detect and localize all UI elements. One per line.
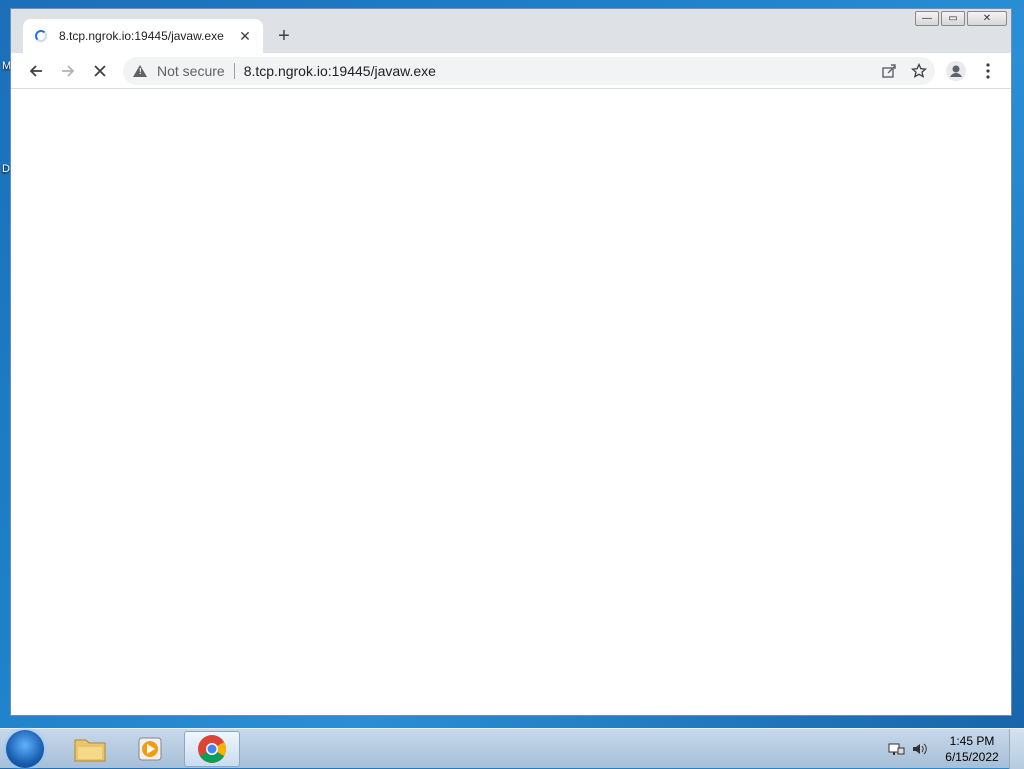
more-vert-icon: [986, 63, 990, 79]
loading-spinner-icon: [35, 30, 47, 42]
taskbar: 1:45 PM 6/15/2022: [0, 728, 1024, 769]
clock[interactable]: 1:45 PM 6/15/2022: [935, 733, 1009, 765]
desktop-label-d: D: [2, 163, 10, 175]
url-text[interactable]: 8.tcp.ngrok.io:19445/javaw.exe: [244, 63, 436, 79]
browser-window: — ▭ ✕ 8.tcp.ngrok.io:19445/javaw.exe ✕ +…: [10, 8, 1012, 716]
warning-icon: !: [133, 65, 147, 77]
arrow-right-icon: [62, 65, 75, 77]
folder-icon: [74, 739, 106, 762]
arrow-left-icon: [29, 65, 42, 77]
tab-close-icon[interactable]: ✕: [237, 28, 253, 45]
menu-button[interactable]: [977, 60, 999, 82]
chrome-icon: [198, 735, 226, 763]
avatar-icon: [946, 61, 966, 81]
taskbar-explorer[interactable]: [62, 731, 118, 767]
system-tray: 1:45 PM 6/15/2022: [887, 729, 1024, 769]
tab-active[interactable]: 8.tcp.ngrok.io:19445/javaw.exe ✕: [23, 19, 263, 53]
stop-loading-button[interactable]: [89, 60, 111, 82]
address-bar-actions: [881, 63, 927, 79]
network-icon[interactable]: [887, 741, 905, 757]
browser-toolbar: ! Not secure 8.tcp.ngrok.io:19445/javaw.…: [11, 53, 1011, 89]
show-desktop-button[interactable]: [1009, 729, 1024, 769]
clock-time: 1:45 PM: [949, 734, 995, 748]
taskbar-chrome[interactable]: [184, 731, 240, 767]
forward-button[interactable]: [57, 60, 79, 82]
taskbar-media-player[interactable]: [122, 731, 178, 767]
star-icon[interactable]: [911, 63, 927, 79]
start-button[interactable]: [6, 730, 44, 768]
clock-date: 6/15/2022: [945, 750, 999, 764]
back-button[interactable]: [25, 60, 47, 82]
close-icon: [94, 65, 106, 77]
new-tab-button[interactable]: +: [273, 26, 295, 46]
volume-icon[interactable]: [911, 741, 929, 757]
media-player-icon: [138, 737, 162, 761]
divider: [233, 63, 235, 79]
tab-title: 8.tcp.ngrok.io:19445/javaw.exe: [59, 29, 224, 43]
security-status[interactable]: Not secure: [157, 63, 225, 79]
profile-button[interactable]: [945, 60, 967, 82]
address-bar[interactable]: ! Not secure 8.tcp.ngrok.io:19445/javaw.…: [123, 57, 935, 85]
tab-strip: 8.tcp.ngrok.io:19445/javaw.exe ✕ +: [11, 9, 1011, 53]
page-content: [11, 89, 1011, 715]
share-icon[interactable]: [881, 63, 897, 79]
